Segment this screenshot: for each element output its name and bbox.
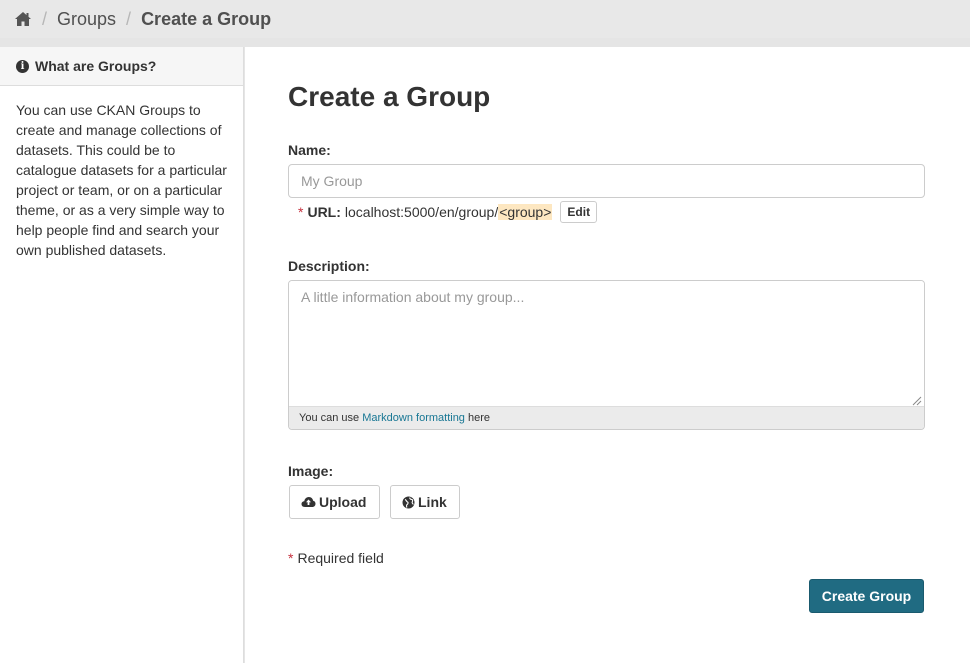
url-prefix: localhost:5000/en/group/ [344,204,499,220]
required-field-note: * Required field [288,550,384,566]
name-label: Name: [288,142,331,158]
sidebar-heading: i What are Groups? [0,47,243,86]
markdown-help-suffix: here [468,412,491,424]
required-marker: * [288,550,294,566]
home-icon[interactable] [14,11,32,27]
image-label: Image: [288,463,334,479]
edit-url-button[interactable]: Edit [560,201,598,223]
description-label: Description: [288,258,370,274]
name-input[interactable] [288,164,925,198]
sidebar-description: You can use CKAN Groups to create and ma… [16,102,227,258]
url-slug: <group> [498,204,553,220]
description-field: You can use Markdown formatting here [288,280,925,430]
markdown-formatting-link[interactable]: Markdown formatting [362,412,465,424]
resize-handle-icon[interactable] [912,393,922,406]
description-input[interactable] [289,281,924,406]
info-icon: i [16,59,29,73]
upload-label: Upload [319,494,367,510]
breadcrumb-separator: / [126,8,132,29]
link-label: Link [418,494,447,510]
required-marker: * [298,204,304,220]
breadcrumb: / Groups / Create a Group [0,0,970,38]
breadcrumb-separator: / [42,8,48,29]
markdown-help-prefix: You can use [299,412,360,424]
upload-button[interactable]: Upload [289,485,380,519]
url-field: * URL: localhost:5000/en/group/ <group> … [298,201,598,223]
create-group-button[interactable]: Create Group [809,579,924,613]
sidebar: i What are Groups? You can use CKAN Grou… [0,47,244,663]
url-label: URL: [307,204,341,220]
sidebar-title: What are Groups? [35,58,157,74]
main-content: Create a Group Name: * URL: localhost:50… [245,47,970,663]
link-button[interactable]: Link [390,485,460,519]
globe-icon [402,496,415,508]
cloud-upload-icon [301,497,316,507]
markdown-help: You can use Markdown formatting here [289,406,924,429]
required-note-text: Required field [297,550,384,566]
breadcrumb-current: Create a Group [141,8,272,29]
page-title: Create a Group [288,81,491,112]
breadcrumb-groups-link[interactable]: Groups [57,9,116,30]
